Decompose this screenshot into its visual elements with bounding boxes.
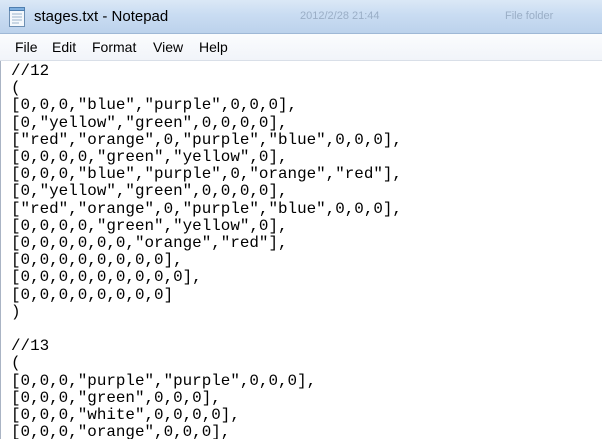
menu-format[interactable]: Format bbox=[92, 39, 136, 55]
window-title: stages.txt - Notepad bbox=[34, 8, 169, 25]
notepad-window: stages.txt - Notepad 2012/2/28 21:44 Fil… bbox=[0, 0, 602, 439]
title-bar[interactable]: stages.txt - Notepad 2012/2/28 21:44 Fil… bbox=[0, 0, 602, 34]
notepad-icon bbox=[9, 7, 25, 27]
menu-bar: File Edit Format View Help bbox=[0, 34, 602, 61]
background-date-text: 2012/2/28 21:44 bbox=[300, 10, 380, 22]
menu-file[interactable]: File bbox=[15, 39, 38, 55]
menu-view[interactable]: View bbox=[153, 39, 183, 55]
menu-edit[interactable]: Edit bbox=[52, 39, 76, 55]
editor-content[interactable]: //12 ( [0,0,0,"blue","purple",0,0,0], [0… bbox=[1, 61, 602, 439]
background-type-text: File folder bbox=[505, 10, 554, 22]
text-editor-area[interactable]: //12 ( [0,0,0,"blue","purple",0,0,0], [0… bbox=[0, 61, 602, 439]
menu-help[interactable]: Help bbox=[199, 39, 228, 55]
